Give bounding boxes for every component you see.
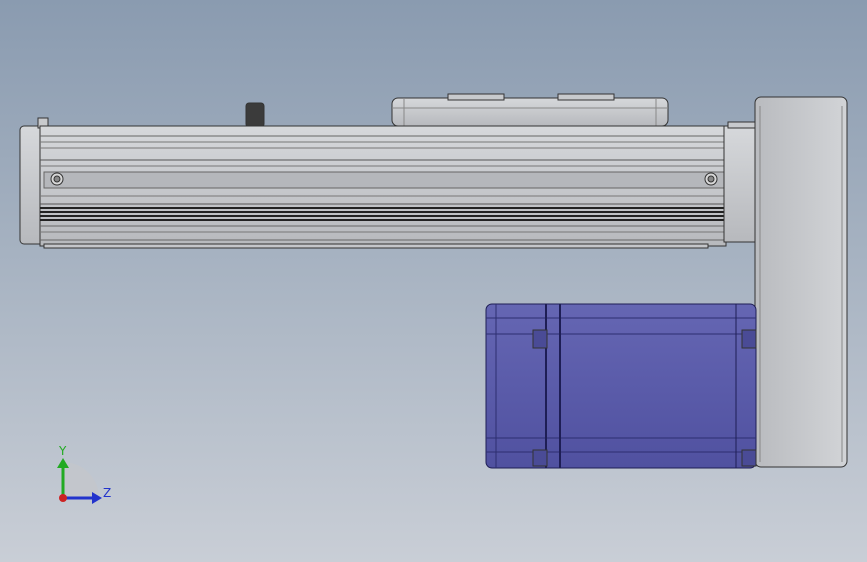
- z-axis-label: Z: [103, 486, 111, 500]
- cad-viewport[interactable]: Y Z: [0, 0, 867, 562]
- knob[interactable]: [245, 102, 265, 128]
- rail-body: [39, 125, 727, 249]
- carriage-plate[interactable]: [391, 93, 669, 127]
- x-axis-dot: [59, 494, 67, 502]
- orientation-triad: Y Z: [57, 444, 111, 504]
- linear-actuator-assembly[interactable]: [19, 93, 848, 469]
- screw-right: [704, 172, 718, 186]
- screw-left: [50, 172, 64, 186]
- stepper-motor[interactable]: [485, 303, 757, 469]
- motor-mount-housing[interactable]: [754, 96, 848, 468]
- right-end-block: [723, 125, 759, 243]
- y-axis-label: Y: [58, 444, 67, 458]
